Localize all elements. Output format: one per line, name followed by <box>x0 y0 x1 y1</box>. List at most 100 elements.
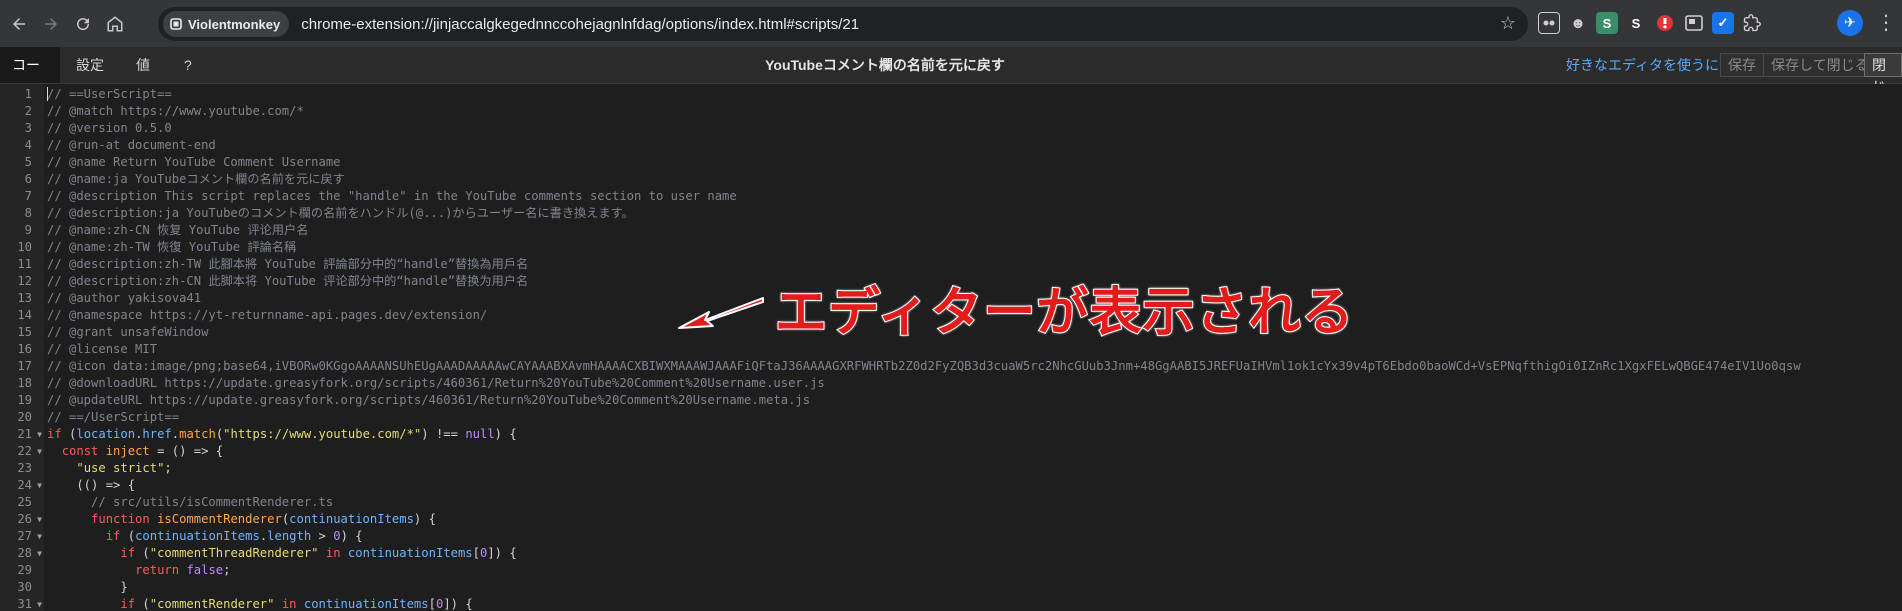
code-editor[interactable]: 1 2 3 4 5 6 7 8 9 10 11 12 13 14 15 16 17 18 19 20 21 ▼ 22 ▼ 23 2… <box>0 84 1902 611</box>
line-number: 8 <box>0 205 44 222</box>
reload-button[interactable] <box>70 11 96 37</box>
line-number: 17 <box>0 358 44 375</box>
line-number: 11 <box>0 256 44 273</box>
code-token: // @description:zh-TW 此腳本將 YouTube 評論部分中… <box>47 257 529 271</box>
extension-5-icon[interactable] <box>1654 12 1676 34</box>
line-number-text: 2 <box>24 104 32 118</box>
line-number-text: 3 <box>24 121 32 135</box>
extension-1-icon[interactable] <box>1538 12 1560 34</box>
code-line: // ==UserScript== <box>47 86 172 103</box>
home-button[interactable] <box>102 11 128 37</box>
bookmark-star-icon[interactable]: ☆ <box>1500 15 1516 33</box>
fold-toggle-icon[interactable]: ▼ <box>37 596 42 611</box>
code-token: if <box>105 529 121 543</box>
fold-toggle-icon[interactable]: ▼ <box>37 426 42 443</box>
code-token: // @updateURL https://update.greasyfork.… <box>47 393 811 407</box>
code-line: // @name Return YouTube Comment Username <box>47 154 341 171</box>
fold-toggle-icon[interactable]: ▼ <box>37 511 42 528</box>
line-number: 22 ▼ <box>0 443 44 460</box>
line-number: 12 <box>0 273 44 290</box>
extension-6-icon[interactable] <box>1683 12 1705 34</box>
line-number-text: 22 <box>17 444 32 458</box>
code-token: // @description:ja YouTubeのコメント欄の名前をハンドル… <box>47 206 634 220</box>
script-title: YouTubeコメント欄の名前を元に戻す <box>765 57 1005 73</box>
code-token: // @grant unsafeWindow <box>47 325 209 339</box>
line-number-text: 10 <box>17 240 32 254</box>
fold-toggle-icon[interactable]: ▼ <box>37 528 42 545</box>
fold-toggle-icon[interactable]: ▼ <box>37 443 42 460</box>
code-token: [ <box>472 546 480 560</box>
code-token: in <box>281 597 297 611</box>
profile-avatar[interactable]: ✈ <box>1837 10 1863 36</box>
code-token: ; <box>223 563 231 577</box>
extensions-area: ☻ S S ✓ <box>1538 10 1763 36</box>
line-number-text: 30 <box>17 580 32 594</box>
code-line: "use strict"; <box>47 460 171 477</box>
close-button[interactable]: 閉じる <box>1864 53 1902 117</box>
line-number: 7 <box>0 188 44 205</box>
menu-kebab-icon[interactable]: ⋮ <box>1876 9 1896 35</box>
site-chip-label: Violentmonkey <box>188 16 281 32</box>
code-token: ) { <box>413 512 436 526</box>
back-button[interactable] <box>6 11 32 37</box>
line-number: 4 <box>0 137 44 154</box>
line-number: 20 <box>0 409 44 426</box>
tab-values[interactable]: 値 <box>124 47 162 83</box>
code-token: inject <box>105 444 150 458</box>
save-and-close-button[interactable]: 保存して閉じる <box>1763 53 1877 77</box>
code-token: // @name Return YouTube Comment Username <box>47 155 341 169</box>
line-number: 5 <box>0 154 44 171</box>
extension-3-icon[interactable]: S <box>1596 12 1618 34</box>
code-token: // src/utils/isCommentRenderer.ts <box>91 495 334 509</box>
line-number: 25 <box>0 494 44 511</box>
line-number: 9 <box>0 222 44 239</box>
extension-2-icon[interactable]: ☻ <box>1567 12 1589 34</box>
line-number-text: 8 <box>24 206 32 220</box>
code-token: if <box>47 427 62 441</box>
line-number: 29 <box>0 562 44 579</box>
code-token: // @icon data:image/png;base64,iVBORw0KG… <box>47 359 1801 373</box>
line-number: 16 <box>0 341 44 358</box>
tab-settings[interactable]: 設定 <box>64 47 116 83</box>
code-line: // @updateURL https://update.greasyfork.… <box>47 392 810 409</box>
fold-toggle-icon[interactable]: ▼ <box>37 477 42 494</box>
arrow-right-icon <box>45 17 57 30</box>
code-token: match <box>179 427 216 441</box>
extension-4-icon[interactable]: S <box>1625 12 1647 34</box>
address-bar[interactable]: Violentmonkey chrome-extension://jinjacc… <box>158 7 1528 41</box>
reload-icon <box>77 17 90 30</box>
code-token: // @run-at document-end <box>47 138 216 152</box>
site-info-chip[interactable]: Violentmonkey <box>163 11 290 37</box>
line-number-text: 9 <box>24 223 32 237</box>
home-icon <box>107 15 123 31</box>
line-number-text: 5 <box>24 155 32 169</box>
line-number: 1 <box>0 86 44 103</box>
code-token: "commentThreadRenderer" <box>149 546 319 560</box>
code-token: ( <box>61 427 77 441</box>
code-token: href <box>142 427 172 441</box>
code-line: // @name:ja YouTubeコメント欄の名前を元に戻す <box>47 171 345 188</box>
code-line: if (location.href.match("https://www.you… <box>47 426 517 443</box>
extension-7-icon[interactable]: ✓ <box>1712 12 1734 34</box>
line-number-text: 23 <box>17 461 32 475</box>
forward-button[interactable] <box>38 11 64 37</box>
tab-code[interactable]: コード <box>0 47 60 109</box>
code-token: // @namespace https://yt-returnname-api.… <box>47 308 488 322</box>
line-number-text: 12 <box>17 274 32 288</box>
code-token: function <box>91 512 150 526</box>
line-number-text: 25 <box>17 495 32 509</box>
save-button[interactable]: 保存 <box>1720 53 1764 77</box>
line-number-text: 1 <box>24 87 32 101</box>
code-token: false <box>186 563 224 577</box>
line-number: 21 ▼ <box>0 426 44 443</box>
tab-help[interactable]: ? <box>172 47 204 83</box>
line-number-text: 21 <box>17 427 32 441</box>
fold-toggle-icon[interactable]: ▼ <box>37 545 42 562</box>
extensions-puzzle-icon[interactable] <box>1741 12 1763 34</box>
line-number: 23 <box>0 460 44 477</box>
